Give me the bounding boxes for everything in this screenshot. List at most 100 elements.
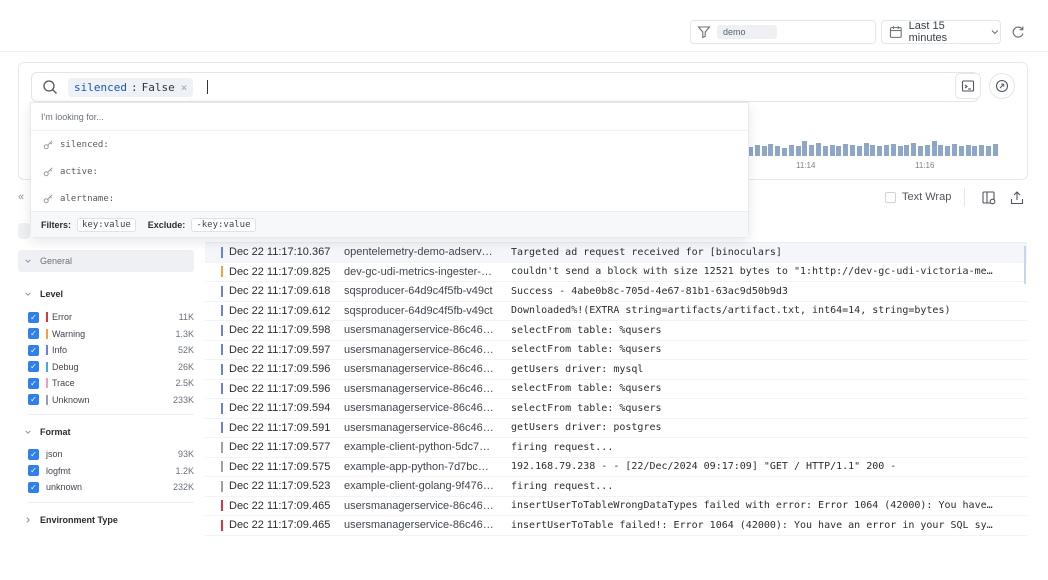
histogram-bar[interactable] [843, 144, 849, 156]
checkbox-checked-icon[interactable]: ✓ [28, 311, 39, 323]
log-level-mark [221, 285, 223, 297]
facet-level-error[interactable]: ✓ Error 11K [28, 309, 194, 325]
checkbox-checked-icon[interactable]: ✓ [28, 481, 39, 493]
table-row[interactable]: Dec 22 11:17:09.596 usersmanagerservice-8… [205, 380, 1027, 399]
histogram-bar[interactable] [897, 145, 903, 156]
facet-level-info[interactable]: ✓ Info 52K [28, 342, 194, 358]
checkbox-checked-icon[interactable]: ✓ [28, 344, 39, 356]
histogram-bar[interactable] [802, 140, 808, 156]
histogram-bar[interactable] [884, 144, 889, 156]
histogram-bar[interactable] [822, 145, 828, 156]
histogram-bar[interactable] [856, 145, 862, 156]
histogram-bar[interactable] [911, 143, 917, 156]
facet-level-debug[interactable]: ✓ Debug 26K [28, 359, 194, 375]
histogram-bar[interactable] [972, 145, 978, 156]
section-general[interactable]: General [18, 250, 194, 272]
table-row[interactable]: Dec 22 11:17:09.598 usersmanagerservice-8… [205, 321, 1027, 341]
terminal-button[interactable] [955, 73, 981, 99]
histogram-bar[interactable] [877, 146, 883, 156]
table-row[interactable]: Dec 22 11:17:09.465 usersmanagerservice-8… [205, 516, 1027, 536]
section-environment-type[interactable]: Environment Type [18, 509, 194, 531]
histogram-bar[interactable] [829, 144, 835, 156]
sparkle-icon [995, 79, 1009, 93]
histogram-bar[interactable] [958, 146, 964, 156]
table-row[interactable]: Dec 22 11:17:09.577 example-client-python… [205, 438, 1027, 458]
suggestion-item-alertname[interactable]: alertname: [31, 185, 748, 212]
histogram-bar[interactable] [768, 144, 774, 156]
export-button[interactable] [1004, 185, 1030, 211]
histogram-bar[interactable] [945, 145, 951, 156]
table-row[interactable]: Dec 22 11:17:09.465 usersmanagerservice-8… [205, 497, 1027, 516]
environment-filter[interactable]: demo [690, 20, 876, 44]
histogram-bar[interactable] [931, 140, 937, 156]
histogram-bar[interactable] [918, 146, 923, 156]
table-row[interactable]: Dec 22 11:17:09.596 usersmanagerservice-8… [205, 360, 1027, 380]
histogram-bar[interactable] [938, 144, 944, 156]
histogram-bar[interactable] [775, 145, 781, 156]
table-row[interactable]: Dec 22 11:17:10.367 opentelemetry-demo-ad… [205, 243, 1027, 263]
scrollbar-thumb[interactable] [1024, 246, 1026, 284]
level-color-mark [46, 361, 48, 372]
histogram-bar[interactable] [965, 144, 971, 156]
sidebar-search-stub[interactable] [18, 223, 30, 239]
histogram-bar[interactable] [761, 146, 767, 156]
checkbox-checked-icon[interactable]: ✓ [28, 448, 39, 460]
checkbox-checked-icon[interactable]: ✓ [28, 361, 39, 372]
histogram-bar[interactable] [890, 144, 896, 156]
log-level-mark [221, 344, 223, 356]
columns-settings-button[interactable] [976, 185, 1002, 211]
checkbox-checked-icon[interactable]: ✓ [28, 328, 39, 339]
histogram-bar[interactable] [904, 144, 910, 156]
checkbox-checked-icon[interactable]: ✓ [28, 394, 39, 405]
histogram-bar[interactable] [816, 143, 821, 156]
histogram-tick-label: 11:14 [796, 161, 816, 170]
section-level[interactable]: Level [18, 283, 194, 305]
log-level-mark [221, 363, 223, 375]
facet-format-unknown[interactable]: ✓ unknown 232K [28, 479, 194, 495]
histogram-bar[interactable] [992, 144, 998, 156]
checkbox-checked-icon[interactable]: ✓ [28, 377, 39, 389]
query-filter-chip[interactable]: silenced: False × [68, 77, 194, 97]
facet-level-unknown[interactable]: ✓ Unknown 233K [28, 392, 194, 408]
table-row[interactable]: Dec 22 11:17:09.523 example-client-golang… [205, 477, 1027, 497]
refresh-icon[interactable] [1010, 24, 1026, 40]
suggestion-item-active[interactable]: active: [31, 158, 748, 185]
histogram-bar[interactable] [952, 144, 957, 156]
chip-remove-icon[interactable]: × [181, 81, 188, 94]
histogram-bar[interactable] [836, 146, 842, 156]
filter-icon [697, 26, 711, 39]
table-row[interactable]: Dec 22 11:17:09.612 sqsproducer-64d9c4f5f… [205, 302, 1027, 321]
histogram-bar[interactable] [870, 144, 876, 156]
facet-format-logfmt[interactable]: ✓ logfmt 1.2K [28, 463, 194, 479]
histogram-bar[interactable] [863, 143, 869, 156]
histogram-bar[interactable] [924, 144, 930, 156]
table-row[interactable]: Dec 22 11:17:09.594 usersmanagerservice-8… [205, 399, 1027, 419]
checkbox-checked-icon[interactable]: ✓ [28, 465, 39, 476]
table-row[interactable]: Dec 22 11:17:09.575 example-app-python-7d… [205, 458, 1027, 477]
key-icon [43, 194, 53, 204]
histogram-bar[interactable] [809, 144, 815, 156]
histogram-bar[interactable] [782, 148, 787, 156]
histogram-bar[interactable] [788, 144, 794, 156]
histogram-bar[interactable] [850, 144, 855, 156]
text-wrap-checkbox[interactable] [885, 191, 896, 203]
facet-count: 2.5K [175, 378, 194, 388]
histogram-bar[interactable] [986, 146, 991, 156]
facet-format-json[interactable]: ✓ json 93K [28, 446, 194, 462]
histogram-bar[interactable] [754, 144, 760, 156]
histogram-bar[interactable] [795, 145, 801, 156]
table-row[interactable]: Dec 22 11:17:09.618 sqsproducer-64d9c4f5f… [205, 282, 1027, 302]
ai-assist-button[interactable] [989, 73, 1015, 99]
table-row[interactable]: Dec 22 11:17:09.597 usersmanagerservice-8… [205, 341, 1027, 360]
table-row[interactable]: Dec 22 11:17:09.825 dev-gc-udi-metrics-in… [205, 263, 1027, 282]
section-format[interactable]: Format [18, 421, 194, 443]
time-range-picker[interactable]: Last 15 minutes [881, 20, 1001, 44]
facet-level-warning[interactable]: ✓ Warning 1.3K [28, 326, 194, 342]
histogram-bar[interactable] [979, 144, 985, 156]
facet-level-trace[interactable]: ✓ Trace 2.5K [28, 375, 194, 391]
table-row[interactable]: Dec 22 11:17:09.591 usersmanagerservice-8… [205, 419, 1027, 438]
suggestion-item-silenced[interactable]: silenced: [31, 131, 748, 158]
query-input[interactable]: silenced: False × [31, 72, 979, 102]
text-wrap-toggle[interactable]: Text Wrap [885, 191, 951, 203]
collapse-sidebar-button[interactable]: « [18, 191, 24, 203]
